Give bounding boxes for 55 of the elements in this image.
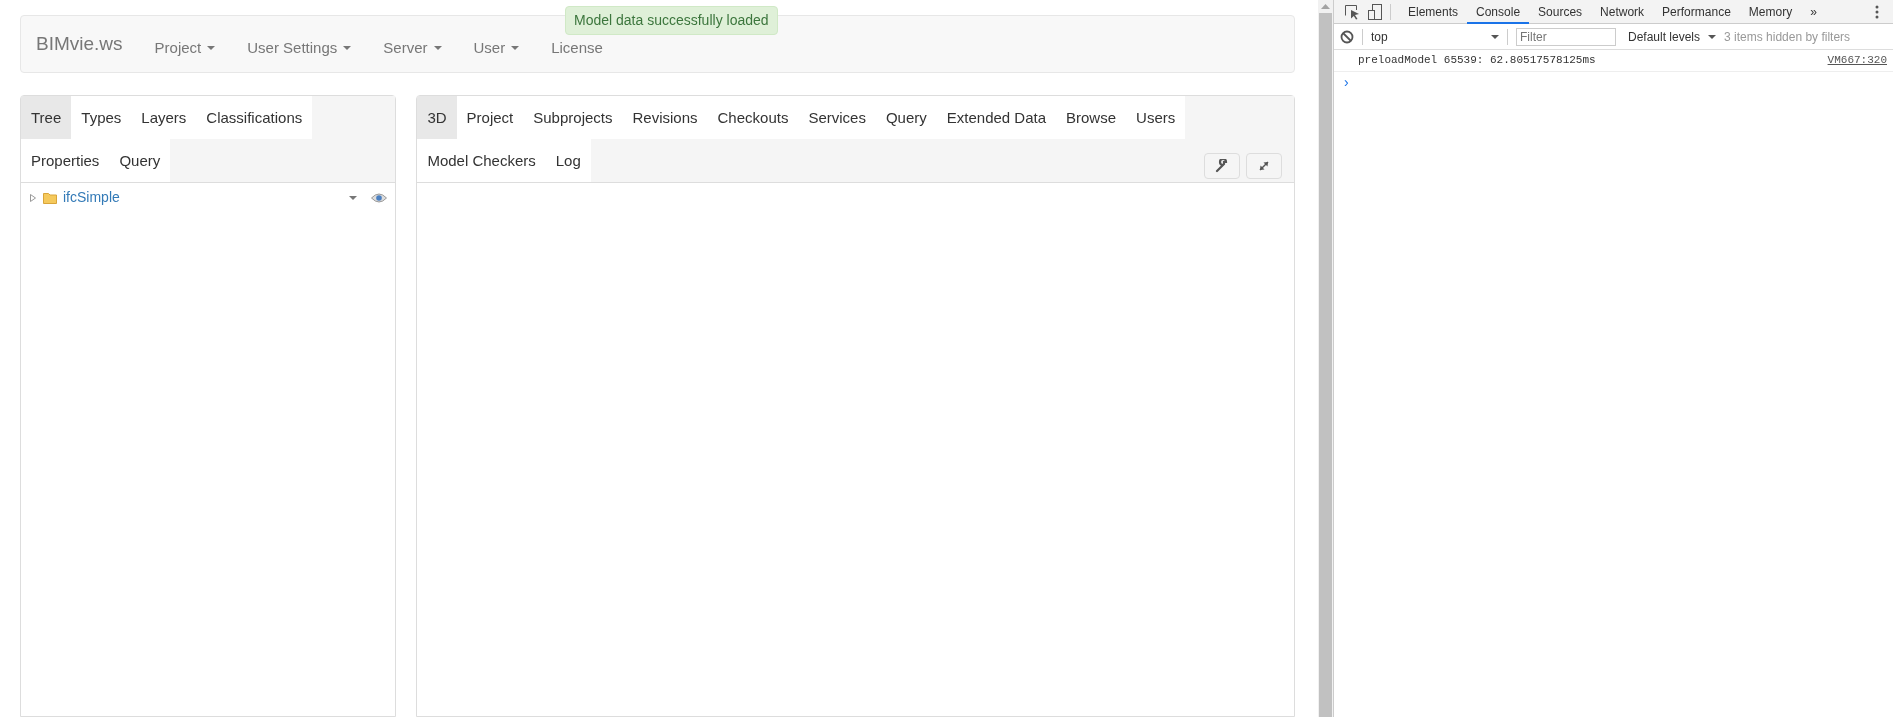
tab[interactable]: Checkouts bbox=[707, 96, 799, 139]
devtools-tab[interactable]: Elements bbox=[1399, 0, 1468, 24]
caret-icon[interactable] bbox=[1491, 34, 1499, 39]
nav-menu-item[interactable]: Project bbox=[154, 39, 216, 57]
device-toggle-icon[interactable] bbox=[1368, 3, 1382, 20]
console-message: preloadModel 65539: 62.80517578125ms bbox=[1358, 53, 1596, 68]
devtools-tab[interactable]: Memory bbox=[1739, 0, 1802, 24]
success-toast: Model data successfully loaded bbox=[565, 6, 778, 35]
settings-button[interactable] bbox=[1204, 153, 1240, 179]
wrench-icon bbox=[1215, 159, 1229, 173]
tab[interactable]: Query bbox=[109, 139, 171, 182]
source-link[interactable]: VM667:320 bbox=[1827, 52, 1887, 69]
tab[interactable]: Services bbox=[798, 96, 876, 139]
tab[interactable]: Layers bbox=[131, 96, 197, 139]
inspect-icon[interactable] bbox=[1344, 3, 1360, 20]
tree-node-link[interactable]: ifcSimple bbox=[63, 187, 120, 208]
tab[interactable]: Project bbox=[456, 96, 524, 139]
nav-menu-item[interactable]: Server bbox=[383, 39, 442, 57]
dropdown-caret-icon[interactable] bbox=[349, 195, 358, 200]
tab[interactable]: Tree bbox=[21, 96, 72, 139]
tab[interactable]: 3D bbox=[417, 96, 457, 139]
nav-menu-item[interactable]: License bbox=[551, 39, 603, 57]
tab[interactable]: Model Checkers bbox=[417, 139, 546, 182]
clear-console-icon[interactable] bbox=[1340, 29, 1354, 44]
brand-link[interactable]: BIMvie.ws bbox=[36, 29, 123, 59]
filter-field[interactable]: Filter bbox=[1516, 27, 1616, 46]
tab[interactable]: Log bbox=[545, 139, 591, 182]
tab[interactable]: Revisions bbox=[622, 96, 708, 139]
more-options-icon[interactable] bbox=[1875, 4, 1879, 19]
devtools-tab[interactable]: Sources bbox=[1529, 0, 1592, 24]
caret-icon[interactable] bbox=[1708, 34, 1717, 39]
devtools-tab[interactable]: Network bbox=[1591, 0, 1654, 24]
fullscreen-button[interactable] bbox=[1246, 153, 1282, 179]
expand-toggle-icon[interactable] bbox=[29, 193, 37, 202]
context-select[interactable]: top bbox=[1371, 27, 1388, 46]
scrollbar-thumb[interactable] bbox=[1319, 13, 1332, 717]
devtools-tab[interactable]: Console bbox=[1467, 0, 1530, 24]
devtools-tab[interactable]: Performance bbox=[1653, 0, 1740, 24]
levels-dropdown[interactable]: Default levels bbox=[1628, 27, 1701, 46]
tab[interactable]: Users bbox=[1126, 96, 1186, 139]
tab[interactable]: Browse bbox=[1056, 96, 1127, 139]
prompt-icon: › bbox=[1344, 73, 1349, 90]
tab[interactable]: Classifications bbox=[196, 96, 313, 139]
tab[interactable]: Extended Data bbox=[936, 96, 1057, 139]
folder-icon bbox=[43, 191, 57, 204]
tab[interactable]: Types bbox=[71, 96, 132, 139]
tab[interactable]: Properties bbox=[21, 139, 110, 182]
nav-menu-item[interactable]: User bbox=[473, 39, 520, 57]
tab[interactable]: Query bbox=[875, 96, 937, 139]
eye-icon[interactable] bbox=[371, 192, 388, 203]
hidden-items-note: 3 items hidden by filters bbox=[1724, 28, 1851, 46]
nav-menu-item[interactable]: User Settings bbox=[247, 39, 352, 57]
more-tabs-button[interactable]: » bbox=[1801, 0, 1826, 24]
expand-icon bbox=[1257, 159, 1271, 173]
tab[interactable]: Subprojects bbox=[523, 96, 623, 139]
